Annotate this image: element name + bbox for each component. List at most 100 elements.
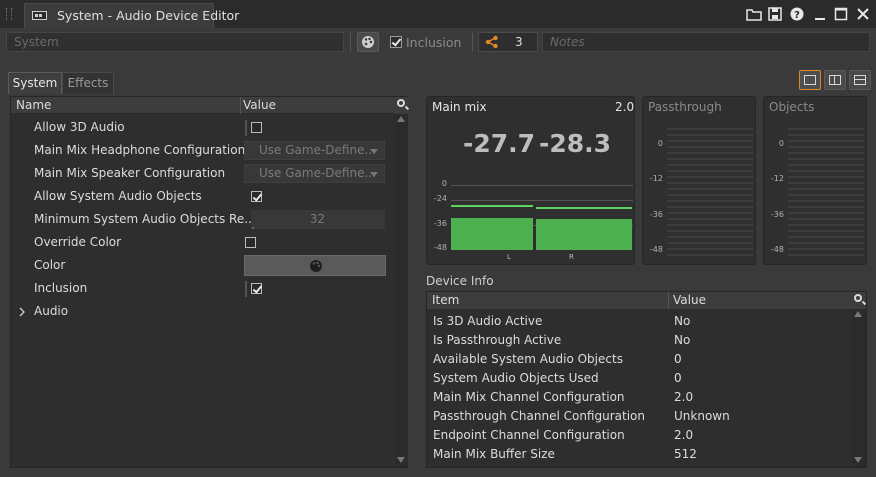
meter-title: Passthrough	[648, 100, 722, 114]
row-value: Unknown	[674, 409, 730, 423]
layout-rows-button[interactable]	[849, 70, 871, 90]
tick-label: 0	[778, 139, 784, 148]
speaker-config-dropdown[interactable]: Use Game-Define...	[244, 164, 385, 183]
toolbar-separator	[472, 32, 473, 52]
column-resize-handle[interactable]	[240, 97, 241, 114]
row-value: 2.0	[674, 428, 694, 442]
row-item: Main Mix Buffer Size	[433, 447, 555, 461]
scroll-down-icon[interactable]	[854, 457, 862, 463]
layout-single-button[interactable]	[799, 70, 821, 90]
column-header-value[interactable]: Value	[673, 293, 706, 307]
row-item: Endpoint Channel Configuration	[433, 428, 625, 442]
override-color-checkbox[interactable]	[245, 237, 256, 248]
peak-indicator-right	[536, 207, 632, 209]
grid-scrollbar[interactable]	[395, 114, 408, 467]
row-value: No	[674, 333, 691, 347]
slider-handle[interactable]	[252, 227, 254, 229]
property-row-override-color: Override Color	[11, 231, 395, 254]
tick-label: 0	[441, 179, 447, 188]
tick-label: -36	[649, 210, 663, 219]
help-icon[interactable]: ?	[789, 6, 805, 22]
drag-grip-icon[interactable]	[6, 8, 12, 20]
reference-count: 3	[515, 35, 523, 49]
meter-main-mix: Main mix 2.0 -27.7 -28.3 0 -24 -36 -48 L…	[426, 96, 635, 265]
row-item: Passthrough Channel Configuration	[433, 409, 645, 423]
allow-system-audio-objects-checkbox[interactable]	[251, 191, 262, 202]
window-title: System - Audio Device Editor	[57, 8, 240, 23]
right-level-readout: -28.3	[539, 129, 612, 158]
peak-indicator-left	[451, 205, 533, 207]
table-row: Main Mix Channel Configuration 2.0	[427, 388, 852, 407]
inclusion-checkbox[interactable]	[390, 36, 402, 48]
property-group-audio[interactable]: Audio	[11, 300, 395, 323]
tab-system[interactable]: System	[8, 72, 62, 94]
column-header-item[interactable]: Item	[432, 293, 459, 307]
chevron-right-icon[interactable]	[19, 307, 25, 317]
override-indicator	[245, 120, 247, 136]
layout-columns-button[interactable]	[824, 70, 846, 90]
chevron-down-icon	[370, 172, 378, 177]
property-row-inclusion: Inclusion	[11, 277, 395, 300]
column-header-name[interactable]: Name	[16, 98, 51, 112]
maximize-icon[interactable]	[833, 6, 849, 22]
table-row: Main Mix Buffer Size 512	[427, 445, 852, 464]
table-row: Is Passthrough Active No	[427, 331, 852, 350]
row-value: No	[674, 314, 691, 328]
meter-title: Main mix	[432, 100, 487, 114]
table-scrollbar[interactable]	[852, 309, 866, 467]
channel-config-label: 2.0	[615, 100, 635, 114]
svg-text:?: ?	[794, 10, 800, 21]
allow-3d-audio-checkbox[interactable]	[251, 122, 262, 133]
grid-search-button[interactable]	[395, 97, 408, 114]
table-row: System Audio Objects Used 0	[427, 369, 852, 388]
editor-tab[interactable]: System - Audio Device Editor	[24, 3, 239, 28]
tick-label: -48	[649, 245, 663, 254]
headphone-config-dropdown[interactable]: Use Game-Define...	[244, 141, 385, 160]
table-search-button[interactable]	[852, 292, 866, 309]
channel-label-right: R	[569, 253, 574, 261]
object-name-field[interactable]: System	[6, 32, 344, 52]
table-row: Passthrough Channel Configuration Unknown	[427, 407, 852, 426]
close-icon[interactable]	[855, 6, 871, 22]
row-item: Main Mix Channel Configuration	[433, 390, 625, 404]
row-item: System Audio Objects Used	[433, 371, 599, 385]
device-info-title: Device Info	[426, 274, 494, 288]
references-button[interactable]: 3	[478, 32, 538, 52]
scroll-down-icon[interactable]	[397, 457, 405, 463]
tick-label: -36	[433, 219, 447, 228]
audio-device-icon	[32, 11, 47, 20]
scroll-up-icon[interactable]	[854, 311, 862, 317]
toolbar-separator	[350, 32, 351, 52]
column-resize-handle[interactable]	[668, 292, 669, 309]
tick-label: -24	[433, 194, 447, 203]
group-label: Audio	[34, 304, 69, 318]
row-value: 512	[674, 447, 697, 461]
column-header-value[interactable]: Value	[243, 98, 276, 112]
left-level-readout: -27.7	[463, 129, 536, 158]
folder-icon[interactable]	[746, 6, 762, 22]
table-row: Endpoint Channel Configuration 2.0	[427, 426, 852, 445]
layout-single-icon	[804, 75, 816, 85]
meter-objects: Objects 0 -12 -36 -48	[763, 96, 867, 265]
min-audio-objects-field[interactable]: 32	[251, 210, 385, 229]
level-bar-left	[451, 218, 533, 250]
chevron-down-icon	[370, 149, 378, 154]
row-value: 0	[674, 352, 682, 366]
scroll-up-icon[interactable]	[397, 116, 405, 122]
tick-label: -12	[770, 174, 784, 183]
override-indicator	[245, 281, 247, 297]
grid-header: Name Value	[11, 97, 395, 114]
level-bar-right	[536, 219, 632, 250]
minimize-icon[interactable]	[812, 6, 828, 22]
tick-line	[451, 200, 633, 201]
row-value: 2.0	[674, 390, 694, 404]
property-grid: Name Value Allow 3D Audio Main Mix Headp…	[10, 96, 408, 468]
color-picker-button[interactable]	[244, 255, 386, 276]
layout-rows-icon	[854, 75, 866, 85]
inclusion-property-checkbox[interactable]	[251, 283, 262, 294]
tab-effects[interactable]: Effects	[62, 72, 114, 94]
color-button[interactable]	[357, 32, 379, 52]
property-row-allow-system-audio-objects: Allow System Audio Objects	[11, 185, 395, 208]
save-icon[interactable]	[767, 6, 783, 22]
notes-field[interactable]: Notes	[542, 32, 870, 52]
